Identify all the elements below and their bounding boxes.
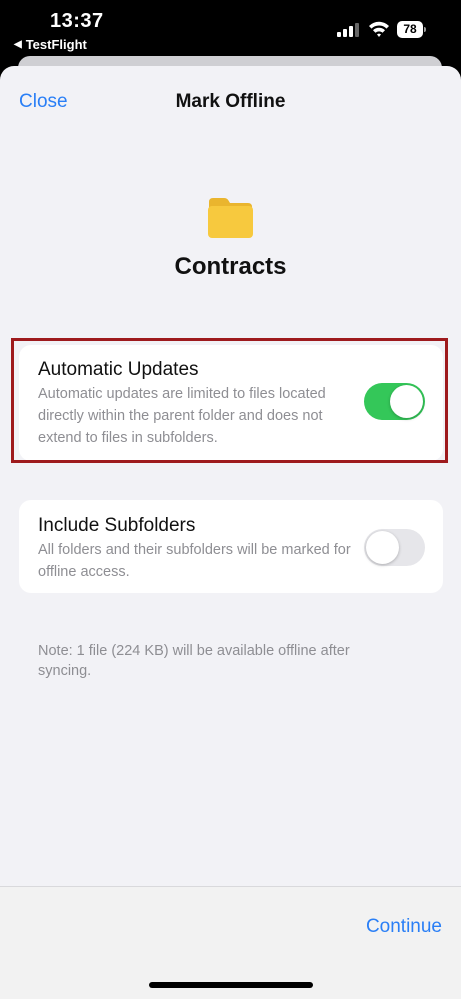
include-subfolders-title: Include Subfolders [38,515,196,536]
status-bar: 13:37 ◀ TestFlight 78 [0,0,461,60]
offline-note: Note: 1 file (224 KB) will be available … [38,643,350,679]
include-subfolders-toggle[interactable] [364,529,425,566]
status-time: 13:37 [50,10,104,32]
wifi-icon [369,21,389,37]
continue-button[interactable]: Continue [366,916,442,938]
include-subfolders-row: Include Subfolders All folders and their… [19,500,443,593]
toggle-knob [366,531,399,564]
back-triangle-icon: ◀ [14,39,22,50]
cellular-signal-icon [337,23,359,37]
home-indicator [149,982,313,988]
back-app-label: TestFlight [25,37,87,52]
battery-level: 78 [397,21,423,38]
bottom-toolbar: Continue [0,886,461,999]
battery-tip [424,27,426,32]
folder-name: Contracts [174,253,287,280]
sheet-title: Mark Offline [175,91,286,112]
include-subfolders-description: All folders and their subfolders will be… [38,542,351,580]
mark-offline-sheet: Close Mark Offline Contracts Automatic U… [0,66,461,999]
highlight-annotation [11,338,448,463]
folder-icon [208,198,253,238]
back-to-app-link[interactable]: ◀ TestFlight [14,37,87,52]
battery-icon: 78 [397,21,427,38]
